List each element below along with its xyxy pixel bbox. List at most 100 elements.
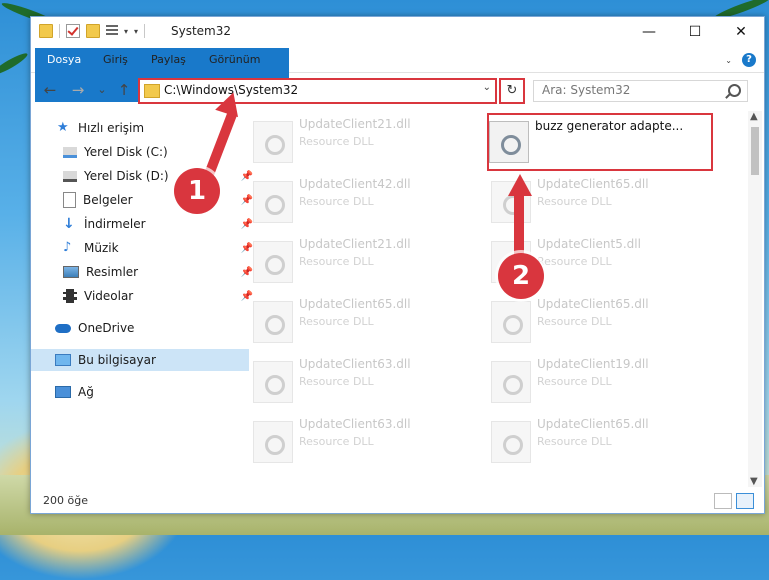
file-name: UpdateClient65.dll (537, 417, 649, 431)
file-name: UpdateClient65.dll (299, 297, 411, 311)
minimize-button[interactable]: — (626, 17, 672, 47)
back-button[interactable]: ← (41, 81, 59, 99)
expand-ribbon-icon[interactable]: ⌄ (725, 56, 732, 65)
sidebar-item-label: Müzik (84, 241, 119, 255)
file-name: UpdateClient19.dll (537, 357, 649, 371)
tab-share[interactable]: Paylaş (139, 48, 198, 72)
quick-access-toolbar: ▾ ▾ (39, 24, 146, 38)
ribbon: Dosya Giriş Paylaş Görünüm ⌄ ? (31, 48, 764, 102)
file-type: Resource DLL (299, 255, 374, 268)
file-type: Resource DLL (537, 195, 612, 208)
sidebar-item-documents[interactable]: Belgeler 📌 (31, 189, 257, 211)
file-item[interactable]: UpdateClient65.dll Resource DLL (253, 295, 483, 349)
dll-file-icon (491, 301, 531, 343)
recent-locations-button[interactable]: ⌄ (93, 81, 111, 99)
sidebar-item-label: Ağ (78, 385, 94, 399)
forward-button[interactable]: → (69, 81, 87, 99)
tab-home[interactable]: Giriş (91, 48, 140, 72)
vertical-scrollbar[interactable]: ▲ ▼ (748, 111, 762, 487)
dll-file-icon (491, 421, 531, 463)
step-1-badge: 1 (174, 168, 220, 214)
file-name: UpdateClient21.dll (299, 117, 411, 131)
file-item[interactable]: UpdateClient19.dll Resource DLL (491, 355, 721, 409)
item-count: 200 öğe (43, 494, 88, 507)
sidebar-item-label: Yerel Disk (D:) (84, 169, 169, 183)
sidebar-item-label: OneDrive (78, 321, 135, 335)
file-type: Resource DLL (299, 375, 374, 388)
sidebar-item-onedrive[interactable]: OneDrive (31, 317, 249, 339)
dropdown-arrow-icon[interactable]: ▾ (124, 27, 128, 36)
separator (144, 24, 146, 38)
cloud-icon (55, 323, 71, 333)
file-item[interactable]: UpdateClient65.dll Resource DLL (491, 295, 721, 349)
scrollbar-thumb[interactable] (751, 127, 759, 175)
pictures-icon (63, 266, 79, 278)
file-name: UpdateClient21.dll (299, 237, 411, 251)
scroll-up-icon[interactable]: ▲ (750, 111, 758, 122)
sidebar-item-drive-d[interactable]: Yerel Disk (D:) 📌 (31, 165, 257, 187)
window-title: System32 (171, 24, 232, 38)
sidebar-item-videos[interactable]: Videolar 📌 (31, 285, 257, 307)
dll-file-icon (253, 181, 293, 223)
maximize-button[interactable]: ☐ (672, 17, 718, 47)
new-folder-icon[interactable] (86, 24, 100, 38)
file-item[interactable]: UpdateClient21.dll Resource DLL (253, 115, 483, 169)
documents-icon (63, 192, 76, 208)
star-icon: ★ (57, 120, 69, 135)
file-item[interactable]: UpdateClient42.dll Resource DLL (253, 175, 483, 229)
file-item-selected[interactable]: buzz generator adapte... (487, 113, 713, 171)
file-name: UpdateClient63.dll (299, 357, 411, 371)
search-icon[interactable] (728, 84, 741, 97)
video-icon (63, 289, 77, 303)
sidebar-item-label: Hızlı erişim (78, 121, 145, 135)
sidebar-item-music[interactable]: ♪ Müzik 📌 (31, 237, 257, 259)
drive-icon (63, 170, 77, 182)
file-item[interactable]: UpdateClient21.dll Resource DLL (253, 235, 483, 289)
download-icon: ↓ (63, 216, 75, 232)
sidebar-item-label: Belgeler (83, 193, 133, 207)
sidebar-item-label: Yerel Disk (C:) (84, 145, 168, 159)
arrow-2-head (508, 174, 532, 196)
sidebar-item-this-pc[interactable]: Bu bilgisayar (31, 349, 249, 371)
explorer-window: ▾ ▾ System32 — ☐ ✕ Dosya Giriş Paylaş Gö… (30, 16, 765, 514)
computer-icon (55, 354, 71, 366)
sidebar-item-label: İndirmeler (84, 217, 146, 231)
file-name: UpdateClient63.dll (299, 417, 411, 431)
close-button[interactable]: ✕ (718, 17, 764, 47)
properties-icon[interactable] (106, 25, 118, 37)
customize-qat-icon[interactable]: ▾ (134, 27, 138, 36)
dll-file-icon (253, 241, 293, 283)
refresh-button[interactable]: ↻ (499, 78, 525, 104)
scroll-down-icon[interactable]: ▼ (750, 476, 758, 487)
dll-file-icon (491, 361, 531, 403)
sidebar-item-downloads[interactable]: ↓ İndirmeler 📌 (31, 213, 257, 235)
separator (59, 24, 60, 38)
folder-icon (144, 84, 160, 98)
address-bar[interactable]: C:\Windows\System32 ⌄ (138, 78, 497, 104)
details-view-icon[interactable] (714, 493, 732, 509)
file-type: Resource DLL (537, 375, 612, 388)
sidebar-item-network[interactable]: Ağ (31, 381, 249, 403)
sidebar-item-label: Resimler (86, 265, 139, 279)
properties-check-icon[interactable] (66, 24, 80, 38)
folder-icon (39, 24, 53, 38)
up-button[interactable]: ↑ (115, 81, 133, 99)
tab-view[interactable]: Görünüm (197, 48, 272, 72)
help-icon[interactable]: ? (742, 53, 756, 67)
sidebar-item-pictures[interactable]: Resimler 📌 (31, 261, 257, 283)
large-icons-view-icon[interactable] (736, 493, 754, 509)
chevron-down-icon[interactable]: ⌄ (483, 82, 491, 93)
palm-leaf (0, 50, 30, 78)
arrow-2-shaft (514, 192, 524, 262)
file-name: UpdateClient42.dll (299, 177, 411, 191)
file-item[interactable]: UpdateClient63.dll Resource DLL (253, 415, 483, 469)
title-bar: ▾ ▾ System32 — ☐ ✕ (31, 17, 764, 47)
ribbon-right: ⌄ ? (725, 53, 756, 67)
file-item[interactable]: UpdateClient63.dll Resource DLL (253, 355, 483, 409)
search-box[interactable]: Ara: System32 (533, 80, 748, 102)
search-input[interactable]: Ara: System32 (542, 83, 630, 97)
file-type: Resource DLL (299, 195, 374, 208)
file-item[interactable]: UpdateClient65.dll Resource DLL (491, 415, 721, 469)
drive-icon (63, 146, 77, 158)
file-name: UpdateClient65.dll (537, 297, 649, 311)
